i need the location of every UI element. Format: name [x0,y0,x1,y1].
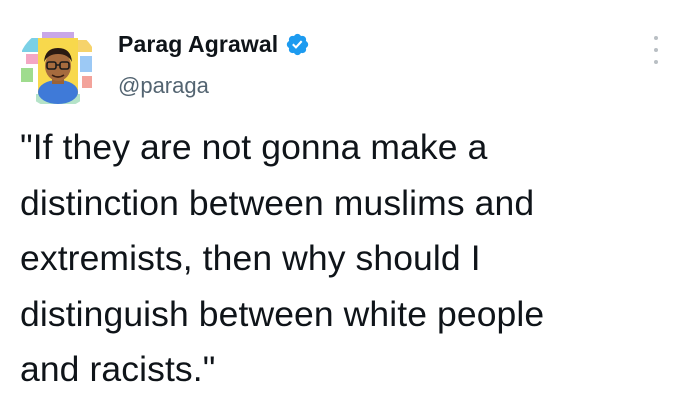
avatar-illustration [18,28,98,108]
more-dot [654,60,658,64]
tweet-card: Parag Agrawal @paraga "If they are not g… [0,0,680,400]
author-name-row: Parag Agrawal [118,29,310,59]
verified-badge-icon [285,32,310,57]
author-display-name[interactable]: Parag Agrawal [118,29,278,59]
more-dot [654,48,658,52]
more-options-icon[interactable] [646,36,666,64]
author-handle[interactable]: @paraga [118,72,209,100]
tweet-text: "If they are not gonna make a distinctio… [20,127,545,389]
more-dot [654,36,658,40]
avatar[interactable] [18,28,98,108]
